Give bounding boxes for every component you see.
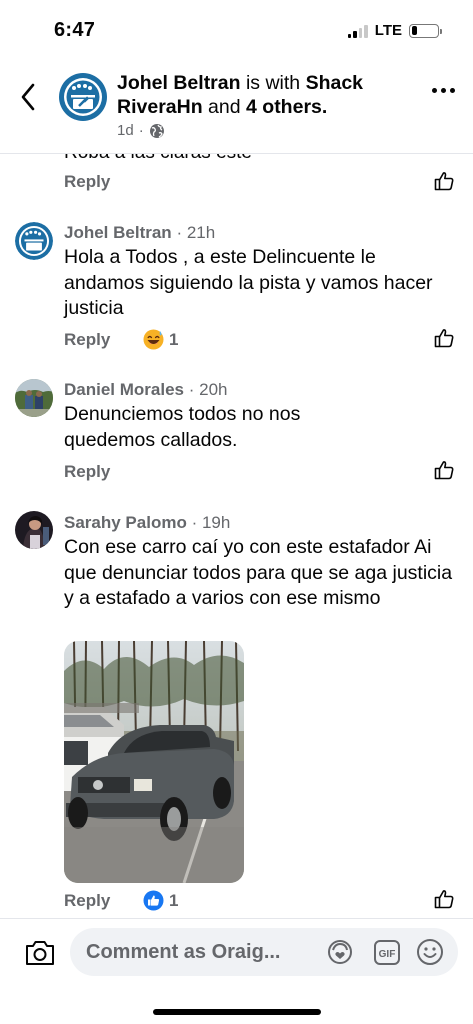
like-icon[interactable] (433, 170, 455, 192)
post-header: Johel Beltran is with Shack RiveraHn and… (0, 58, 473, 154)
reply-button[interactable]: Reply (64, 891, 110, 911)
battery-icon (409, 23, 442, 38)
reaction-count: 1 (169, 329, 179, 349)
author-avatar[interactable] (59, 73, 107, 121)
commenter-name[interactable]: Daniel Morales (64, 380, 184, 399)
comment-author-line: Sarahy Palomo · 19h (64, 513, 231, 532)
reaction-summary[interactable]: 1 (143, 329, 178, 350)
commenter-avatar[interactable] (15, 511, 53, 549)
like-icon[interactable] (433, 888, 455, 910)
more-options-button[interactable] (432, 88, 455, 93)
like-icon[interactable] (433, 327, 455, 349)
comment-time: 19h (201, 513, 231, 532)
others-link[interactable]: 4 others (246, 96, 322, 118)
camera-icon[interactable] (24, 939, 56, 967)
emoji-icon[interactable] (416, 938, 444, 966)
comment-time: 20h (199, 380, 228, 399)
globe-icon (149, 123, 164, 138)
commenter-avatar[interactable] (15, 222, 53, 260)
comment-text: Denunciemos todos no nos quedemos callad… (64, 403, 301, 451)
signal-icon (347, 24, 368, 38)
post-title: Johel Beltran is with Shack RiveraHn and… (117, 72, 364, 118)
network-type: LTE (374, 22, 402, 39)
with-text: is with (245, 72, 301, 94)
reply-button[interactable]: Reply (64, 330, 110, 350)
status-bar: 6:47 LTE (0, 0, 473, 58)
previous-comment-text-clipped: Roba a las claras este (64, 154, 364, 164)
status-indicators: LTE (347, 22, 442, 39)
comment-text: Con ese carro caí yo con este estafador … (64, 536, 453, 609)
author-name[interactable]: Johel Beltran (117, 72, 241, 94)
commenter-name[interactable]: Johel Beltran (64, 223, 172, 242)
comment-author-line: Daniel Morales · 20h (64, 380, 228, 399)
post-meta: 1d · (117, 122, 165, 139)
reaction-count: 1 (169, 890, 179, 910)
back-button[interactable] (14, 80, 42, 114)
meta-separator: · (138, 122, 144, 139)
home-indicator (153, 1009, 321, 1015)
thumbs-up-reaction-icon (143, 890, 164, 911)
avatar-sticker-icon[interactable] (326, 938, 354, 966)
post-time[interactable]: 1d (117, 122, 134, 139)
comment-placeholder: Comment as Oraig... (86, 941, 281, 963)
gif-icon[interactable]: GIF (373, 939, 401, 966)
reply-button[interactable]: Reply (64, 462, 110, 482)
comment-text: Hola a Todos , a este Delincuente le and… (64, 246, 433, 319)
like-icon[interactable] (433, 459, 455, 481)
status-time: 6:47 (54, 19, 96, 41)
comment-composer: Comment as Oraig... GIF (0, 918, 473, 1024)
chevron-left-icon (21, 83, 35, 111)
comment-author-line: Johel Beltran · 21h (64, 223, 216, 242)
commenter-avatar[interactable] (15, 379, 53, 417)
comment-input[interactable]: Comment as Oraig... GIF (70, 928, 458, 976)
reaction-summary[interactable]: 1 (143, 890, 178, 911)
reply-button[interactable]: Reply (64, 172, 110, 192)
comment-photo-truck[interactable] (64, 641, 244, 883)
grinning-sweat-emoji-icon (143, 329, 164, 350)
and-text: and (208, 96, 241, 118)
commenter-name[interactable]: Sarahy Palomo (64, 513, 187, 532)
comment-time: 21h (186, 223, 216, 242)
svg-text:GIF: GIF (379, 949, 396, 960)
